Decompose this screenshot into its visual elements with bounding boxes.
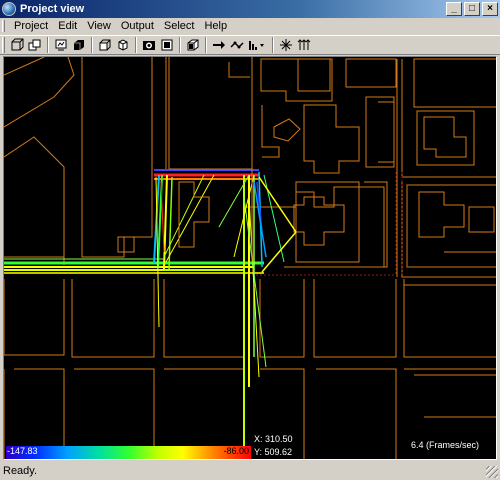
histogram-dropdown-icon[interactable]	[246, 37, 268, 54]
menu-select[interactable]: Select	[159, 20, 200, 32]
toolbar-grip[interactable]	[2, 37, 5, 53]
maximize-button[interactable]: □	[464, 2, 480, 16]
signal-legend-bar: -147.83 -86.00	[6, 446, 251, 459]
box-stack-icon[interactable]	[26, 37, 43, 54]
menu-edit[interactable]: Edit	[53, 20, 82, 32]
window-controls: _ □ ×	[446, 2, 498, 16]
arrow-right-icon[interactable]	[210, 37, 227, 54]
menu-bar: Project Edit View Output Select Help	[0, 18, 500, 34]
layer-box-icon[interactable]	[184, 37, 201, 54]
minimize-button[interactable]: _	[446, 2, 462, 16]
status-text: Ready.	[3, 465, 38, 477]
menu-output[interactable]: Output	[116, 20, 159, 32]
legend-max-value: -86.00	[223, 446, 249, 456]
resize-grip-icon[interactable]	[486, 466, 498, 478]
box-outline-icon[interactable]	[8, 37, 25, 54]
app-globe-icon	[2, 2, 16, 16]
cursor-x-readout: X: 310.50	[254, 434, 293, 444]
frame-rate-readout: 6.4 (Frames/sec)	[411, 440, 480, 450]
map-viewport[interactable]: -147.83 -86.00 X: 310.50 Y: 509.62 6.4 (…	[3, 56, 497, 460]
image-frame-icon[interactable]	[52, 37, 69, 54]
window-title: Project view	[20, 3, 85, 15]
antenna-star-icon[interactable]	[277, 37, 294, 54]
route-icon[interactable]	[228, 37, 245, 54]
cursor-y-readout: Y: 509.62	[254, 447, 293, 457]
toolbar	[0, 35, 500, 55]
antenna-array-icon[interactable]	[295, 37, 312, 54]
title-bar: Project view _ □ ×	[0, 0, 500, 18]
city-map[interactable]	[4, 57, 497, 460]
courtyard-buildings	[169, 168, 253, 262]
status-bar: Ready.	[0, 462, 500, 480]
legend-min-value: -147.83	[7, 446, 38, 456]
solid-box-icon[interactable]	[70, 37, 87, 54]
menu-help[interactable]: Help	[199, 20, 232, 32]
cube-outline-icon[interactable]	[96, 37, 113, 54]
menu-grip[interactable]	[2, 20, 5, 32]
render-icon[interactable]	[158, 37, 175, 54]
cube-side-icon[interactable]	[114, 37, 131, 54]
menu-project[interactable]: Project	[9, 20, 53, 32]
menu-view[interactable]: View	[82, 20, 116, 32]
camera-icon[interactable]	[140, 37, 157, 54]
close-button[interactable]: ×	[482, 2, 498, 16]
